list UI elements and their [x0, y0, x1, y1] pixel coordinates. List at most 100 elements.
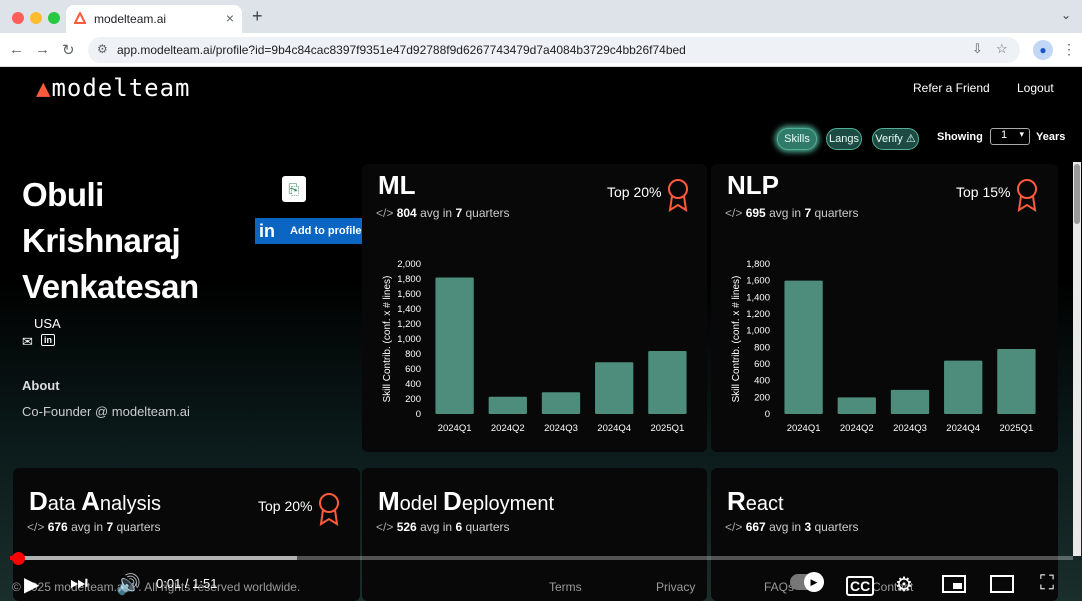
- skill-summary: </> 667 avg in 3 quarters: [725, 520, 859, 534]
- linkedin-icon[interactable]: in: [41, 334, 55, 346]
- reload-icon[interactable]: ↻: [62, 41, 75, 59]
- bar: [488, 396, 527, 414]
- maximize-window-button[interactable]: [48, 12, 60, 24]
- x-tick-label: 2024Q3: [893, 423, 927, 434]
- name-line: Obuli: [22, 176, 104, 213]
- y-tick-label: 1,000: [746, 326, 770, 337]
- years-select[interactable]: 1 ▾: [990, 128, 1030, 145]
- scrollbar-thumb[interactable]: [1074, 164, 1080, 224]
- code-icon: </>: [27, 520, 45, 534]
- video-time: 0:01 / 1:51: [156, 576, 218, 591]
- theater-mode-icon[interactable]: [990, 575, 1014, 593]
- tab-search-chevron-icon[interactable]: ⌄: [1056, 8, 1076, 26]
- site-settings-icon[interactable]: ⚙: [97, 42, 108, 56]
- y-tick-label: 1,200: [397, 319, 421, 330]
- code-icon: </>: [376, 520, 394, 534]
- forward-arrow-icon[interactable]: →: [35, 41, 50, 58]
- profile-avatar-icon[interactable]: ●: [1033, 40, 1053, 60]
- langs-toggle[interactable]: Langs: [826, 128, 862, 150]
- y-axis-label: Skill Contrib. (conf. x # lines): [382, 276, 393, 403]
- y-tick-label: 200: [405, 394, 421, 405]
- code-icon: </>: [725, 520, 743, 534]
- years-label: Years: [1036, 131, 1066, 143]
- autoplay-toggle[interactable]: ▶: [790, 572, 824, 592]
- y-tick-label: 1,400: [746, 292, 770, 303]
- footer-privacy-link[interactable]: Privacy: [656, 580, 695, 594]
- back-arrow-icon[interactable]: ←: [9, 41, 24, 58]
- bar: [541, 392, 581, 414]
- linkedin-add-to-profile-button[interactable]: in Add to profile: [255, 218, 363, 244]
- x-tick-label: 2024Q3: [544, 423, 578, 434]
- about-label: About: [22, 378, 60, 393]
- about-text: Co-Founder @ modelteam.ai: [22, 404, 190, 419]
- x-tick-label: 2024Q2: [491, 423, 525, 434]
- minimize-window-button[interactable]: [30, 12, 42, 24]
- email-icon[interactable]: ✉: [22, 334, 33, 350]
- y-tick-label: 0: [416, 409, 421, 420]
- play-icon[interactable]: ▶: [24, 572, 39, 597]
- y-tick-label: 600: [405, 364, 421, 375]
- browser-toolbar: ← → ↻ ⚙ app.modelteam.ai/profile?id=9b4c…: [0, 33, 1082, 67]
- modelteam-favicon-icon: [73, 10, 87, 27]
- install-app-icon[interactable]: ⇩: [972, 41, 983, 57]
- skill-card-nlp: NLP </> 695 avg in 7 quarters Top 15% Sk…: [711, 164, 1058, 452]
- skill-title: Data Analysis: [29, 486, 162, 516]
- browser-menu-icon[interactable]: ⋮: [1062, 41, 1076, 58]
- fullscreen-icon[interactable]: ⛶: [1040, 572, 1054, 595]
- y-tick-label: 800: [405, 349, 421, 360]
- captions-icon[interactable]: CC: [846, 576, 875, 596]
- address-bar[interactable]: ⚙ app.modelteam.ai/profile?id=9b4c84cac8…: [88, 37, 1020, 63]
- country-text: USA: [34, 316, 61, 331]
- bookmark-star-icon[interactable]: ☆: [996, 41, 1008, 57]
- showing-label: Showing: [937, 131, 983, 143]
- profile-page: ▲modelteam Refer a Friend Logout Skills …: [0, 68, 1082, 601]
- bar: [944, 360, 983, 414]
- footer-terms-link[interactable]: Terms: [549, 580, 582, 594]
- skill-title: React: [727, 486, 784, 516]
- years-select-value: 1: [1001, 129, 1008, 141]
- x-tick-label: 2024Q4: [597, 423, 631, 434]
- url-text: app.modelteam.ai/profile?id=9b4c84cac839…: [117, 43, 686, 57]
- miniplayer-icon[interactable]: [942, 575, 966, 593]
- logout-link[interactable]: Logout: [1017, 81, 1054, 95]
- award-ribbon-icon: [319, 493, 339, 526]
- y-tick-label: 1,400: [397, 304, 421, 315]
- tab-title: modelteam.ai: [94, 12, 167, 26]
- close-window-button[interactable]: [12, 12, 24, 24]
- next-icon[interactable]: ⏭: [70, 572, 88, 595]
- y-axis-label: Skill Contrib. (conf. x # lines): [731, 276, 742, 403]
- bar: [784, 280, 823, 414]
- page-scrollbar[interactable]: [1073, 162, 1081, 556]
- skill-summary: </> 526 avg in 6 quarters: [376, 520, 510, 534]
- bar: [648, 351, 687, 414]
- modelteam-logo[interactable]: ▲modelteam: [36, 74, 191, 102]
- tab-close-icon[interactable]: ×: [226, 10, 234, 26]
- refer-friend-link[interactable]: Refer a Friend: [913, 81, 990, 95]
- select-chevron-icon: ▾: [1019, 129, 1024, 139]
- logo-text: modelteam: [51, 74, 191, 102]
- bar: [837, 397, 876, 414]
- y-tick-label: 2,000: [397, 259, 421, 270]
- x-tick-label: 2024Q1: [438, 423, 472, 434]
- y-tick-label: 1,800: [746, 259, 770, 270]
- x-tick-label: 2024Q2: [840, 423, 874, 434]
- skill-summary: </> 676 avg in 7 quarters: [27, 520, 161, 534]
- name-line: Venkatesan: [22, 268, 199, 305]
- new-tab-button[interactable]: +: [252, 6, 263, 27]
- x-tick-label: 2024Q1: [787, 423, 821, 434]
- bar: [890, 389, 930, 414]
- download-pdf-icon[interactable]: ⎘: [282, 176, 306, 202]
- skill-title: Model Deployment: [378, 486, 555, 516]
- bar: [595, 362, 634, 414]
- browser-tab[interactable]: modelteam.ai ×: [66, 5, 242, 33]
- video-scrubber-handle[interactable]: [12, 552, 25, 565]
- volume-icon[interactable]: 🔊: [116, 572, 141, 597]
- x-tick-label: 2025Q1: [650, 423, 684, 434]
- verify-toggle[interactable]: Verify ⚠: [872, 128, 919, 150]
- bar: [435, 277, 474, 414]
- y-tick-label: 400: [754, 376, 770, 387]
- bar: [997, 349, 1036, 414]
- rank-badge: Top 20%: [258, 498, 313, 514]
- settings-gear-icon[interactable]: ⚙: [895, 572, 913, 597]
- skills-toggle[interactable]: Skills: [777, 128, 817, 150]
